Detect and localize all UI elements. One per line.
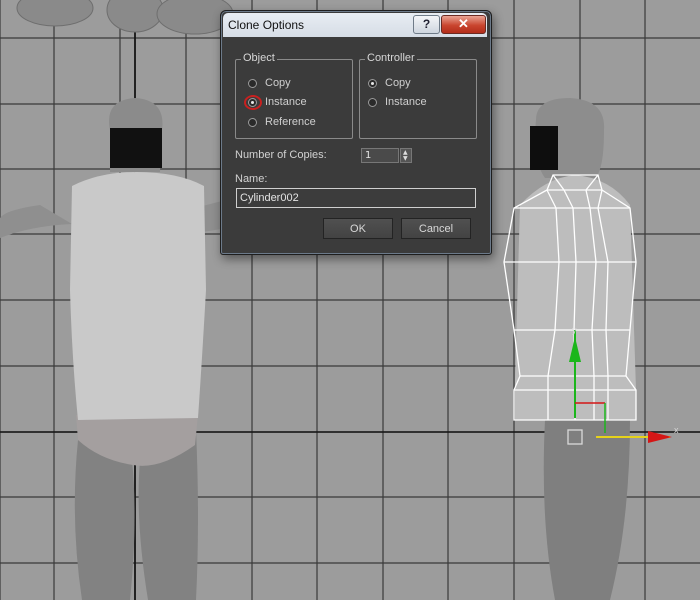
close-button[interactable]: ✕ bbox=[441, 15, 486, 34]
object-group-label: Object bbox=[241, 52, 277, 64]
clone-options-dialog: Clone Options ? ✕ Object Copy Instance R… bbox=[220, 10, 492, 255]
top-model bbox=[16, 0, 234, 35]
name-label: Name: bbox=[235, 173, 268, 185]
cancel-button[interactable]: Cancel bbox=[401, 218, 471, 239]
controller-instance-radio[interactable]: Instance bbox=[368, 94, 427, 110]
copies-spinner-arrows[interactable]: ▲ ▼ bbox=[400, 148, 412, 163]
controller-copy-label: Copy bbox=[385, 77, 411, 89]
help-button[interactable]: ? bbox=[413, 15, 440, 34]
name-input[interactable]: Cylinder002 bbox=[236, 188, 476, 208]
object-reference-label: Reference bbox=[265, 116, 316, 128]
object-copy-radio[interactable]: Copy bbox=[248, 75, 291, 91]
dialog-title: Clone Options bbox=[228, 18, 305, 32]
dialog-titlebar[interactable]: Clone Options ? ✕ bbox=[223, 13, 487, 37]
annotation-highlight-circle bbox=[244, 94, 262, 110]
controller-copy-radio[interactable]: Copy bbox=[368, 75, 411, 91]
right-character bbox=[503, 98, 637, 600]
controller-instance-label: Instance bbox=[385, 96, 427, 108]
gizmo-y-label: y bbox=[572, 325, 577, 335]
number-of-copies-value: 1 bbox=[365, 150, 372, 161]
ok-button[interactable]: OK bbox=[323, 218, 393, 239]
spinner-down-icon[interactable]: ▼ bbox=[403, 156, 408, 162]
object-reference-radio[interactable]: Reference bbox=[248, 114, 316, 130]
radio-button[interactable] bbox=[248, 78, 257, 88]
object-group: Object Copy Instance Reference bbox=[235, 52, 353, 139]
radio-button[interactable] bbox=[248, 117, 257, 127]
radio-button-selected[interactable] bbox=[368, 78, 377, 88]
object-copy-label: Copy bbox=[265, 77, 291, 89]
radio-button[interactable] bbox=[368, 97, 377, 107]
number-of-copies-label: Number of Copies: bbox=[235, 149, 327, 161]
gizmo-x-label: x bbox=[674, 425, 679, 435]
radio-button-selected[interactable] bbox=[244, 94, 262, 110]
controller-group-label: Controller bbox=[365, 52, 417, 64]
number-of-copies-input[interactable]: 1 bbox=[361, 148, 399, 163]
object-instance-radio[interactable]: Instance bbox=[244, 94, 307, 110]
left-character bbox=[0, 98, 226, 600]
controller-group: Controller Copy Instance bbox=[359, 52, 477, 139]
object-instance-label: Instance bbox=[265, 96, 307, 108]
